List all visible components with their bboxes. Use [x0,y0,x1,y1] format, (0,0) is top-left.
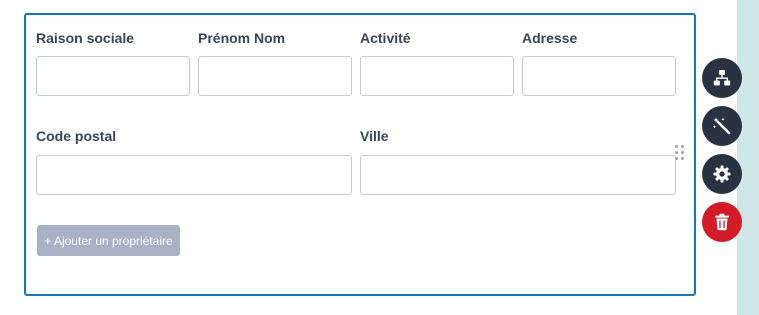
structure-button[interactable] [702,58,742,98]
magic-button[interactable] [702,106,742,146]
prenom-nom-label: Prénom Nom [198,30,286,46]
raison-sociale-input[interactable] [36,56,190,96]
drag-handle-icon[interactable] [675,145,685,163]
add-owner-button[interactable]: + Ajouter un propriétaire [37,225,180,256]
side-panel-strip [737,0,759,315]
activite-label: Activité [360,30,411,46]
adresse-input[interactable] [522,56,676,96]
ville-label: Ville [360,128,389,144]
raison-sociale-label: Raison sociale [36,30,135,46]
adresse-label: Adresse [522,30,578,46]
settings-button[interactable] [702,154,742,194]
owner-form-card: Raison sociale Prénom Nom Activité Adres… [24,13,696,296]
ville-input[interactable] [360,155,676,195]
delete-button[interactable] [702,202,742,242]
code-postal-label: Code postal [36,128,117,144]
prenom-nom-input[interactable] [198,56,352,96]
magic-wand-icon [713,117,731,135]
code-postal-input[interactable] [36,155,352,195]
activite-input[interactable] [360,56,514,96]
sitemap-icon [713,70,731,86]
trash-icon [715,213,729,231]
gear-icon [713,165,731,183]
